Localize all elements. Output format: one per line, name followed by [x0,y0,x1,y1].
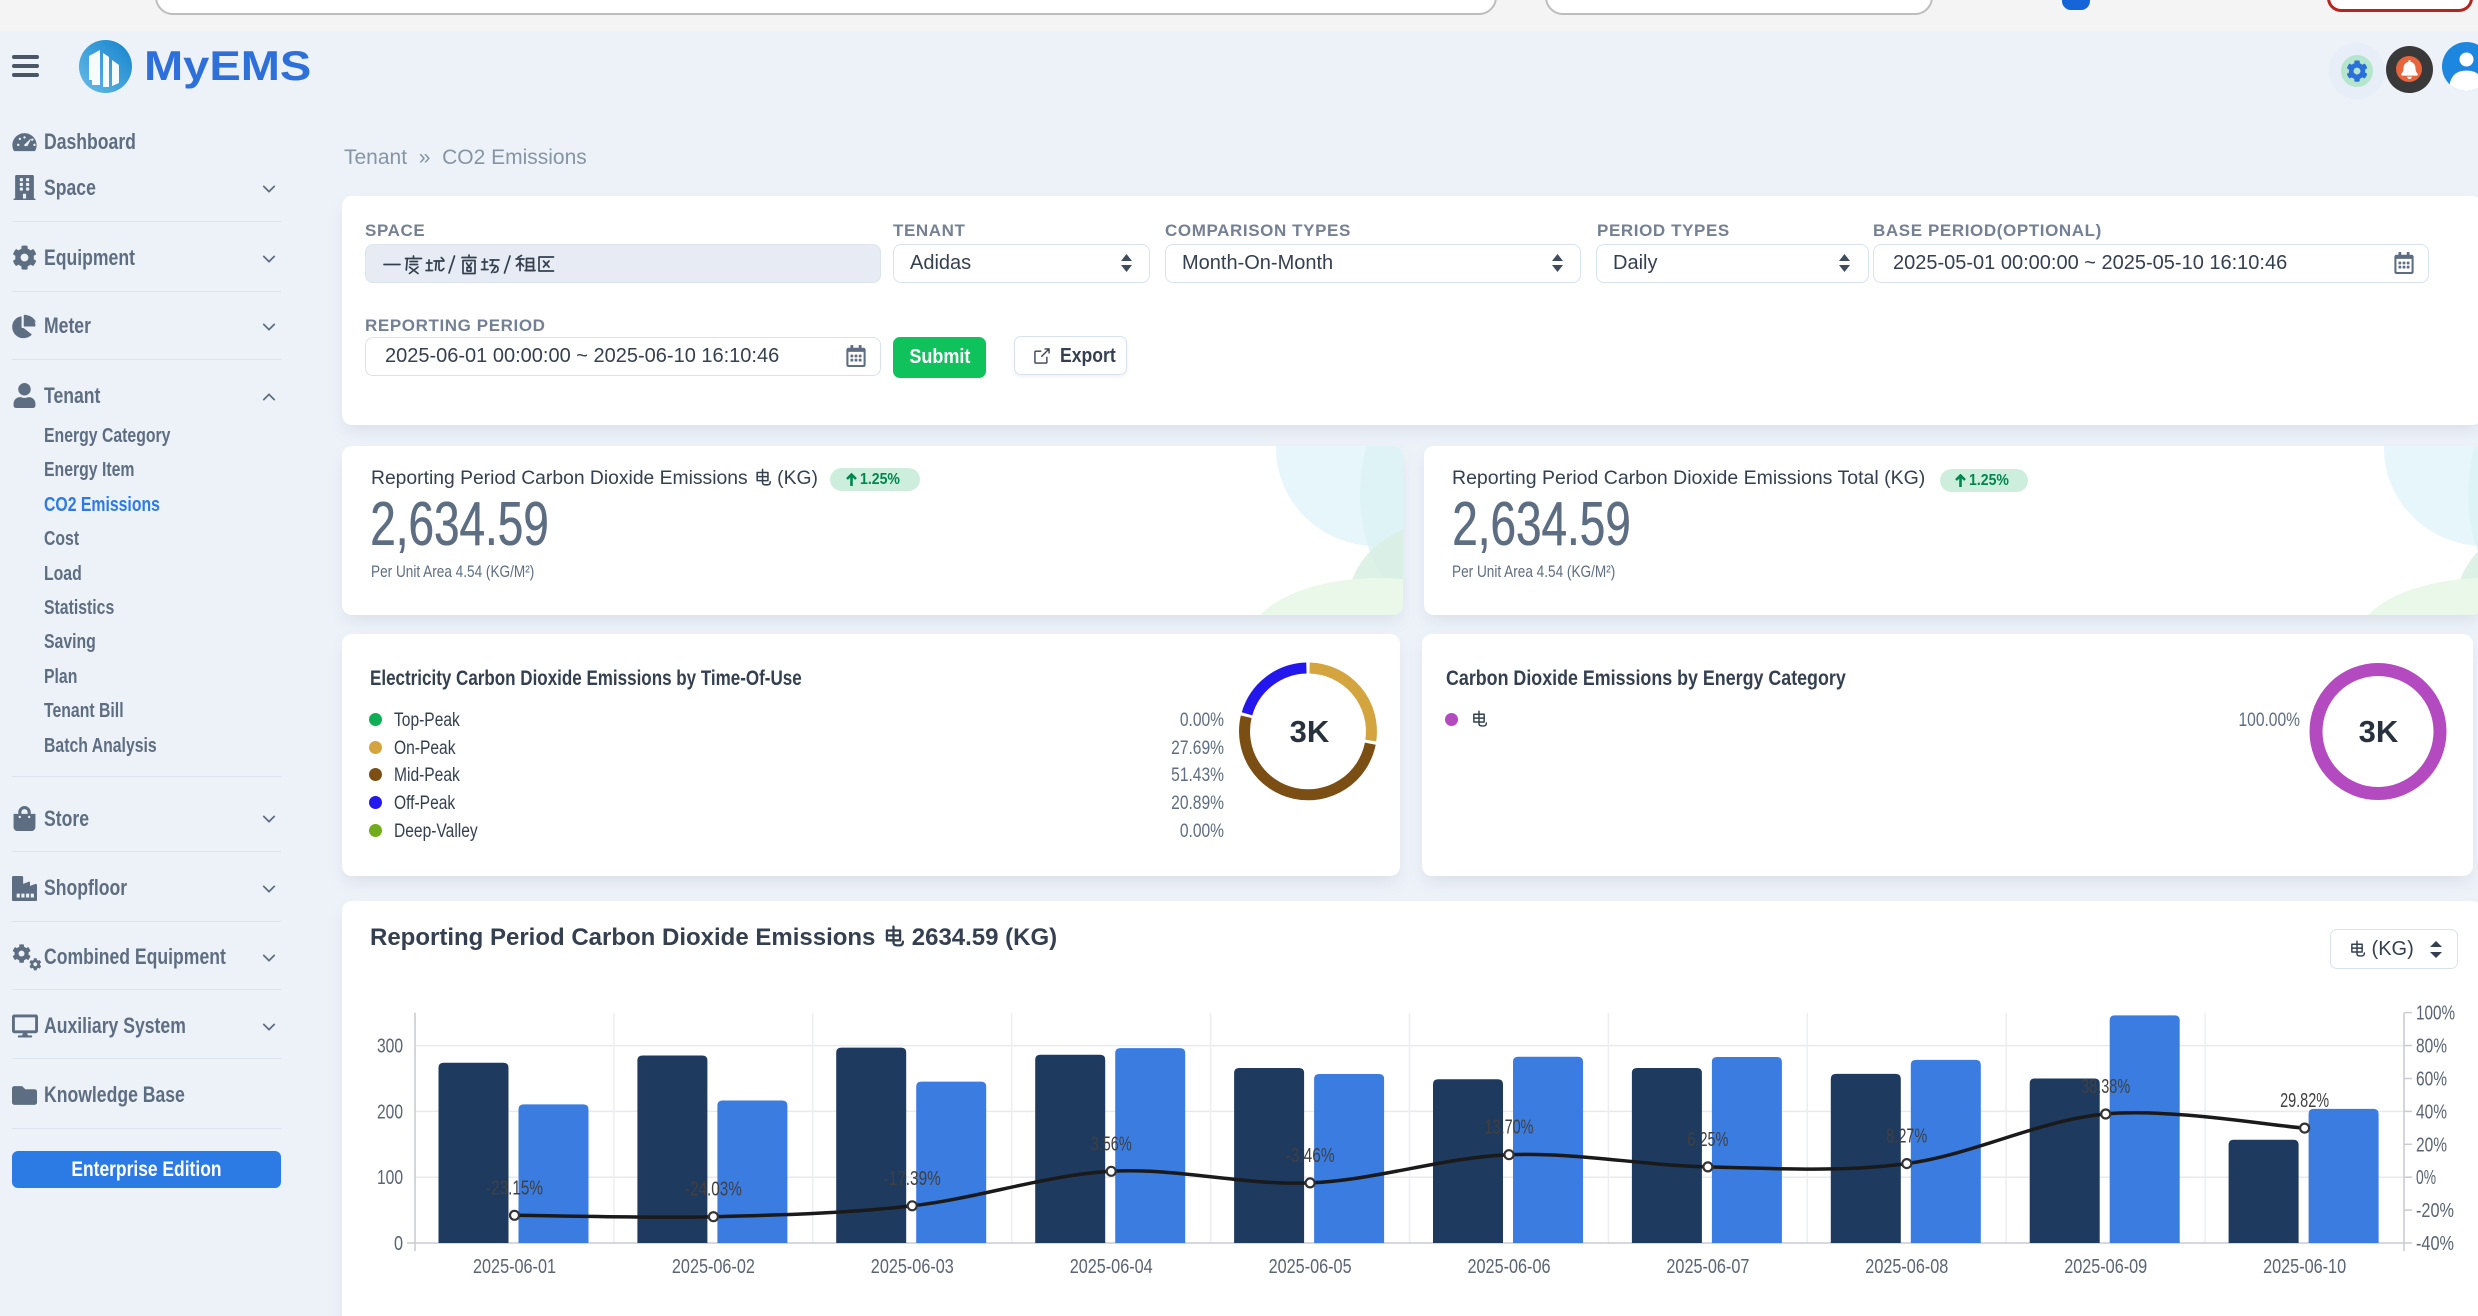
svg-text:20%: 20% [2416,1134,2447,1156]
svg-text:-23.15%: -23.15% [486,1177,543,1199]
svg-text:2025-06-01: 2025-06-01 [473,1256,556,1278]
svg-text:38.38%: 38.38% [2081,1076,2130,1098]
svg-text:0%: 0% [2416,1167,2436,1189]
svg-text:40%: 40% [2416,1101,2447,1123]
svg-text:80%: 80% [2416,1036,2447,1058]
svg-text:2025-06-09: 2025-06-09 [2064,1256,2147,1278]
svg-text:2025-06-10: 2025-06-10 [2263,1256,2346,1278]
svg-text:200: 200 [377,1101,403,1123]
svg-text:-17.39%: -17.39% [884,1168,941,1190]
svg-text:100%: 100% [2416,1003,2455,1025]
svg-text:-40%: -40% [2416,1233,2454,1255]
svg-text:3.56%: 3.56% [1091,1133,1132,1155]
svg-text:29.82%: 29.82% [2280,1090,2329,1112]
svg-text:13.70%: 13.70% [1485,1117,1534,1139]
svg-text:300: 300 [377,1036,403,1058]
svg-text:60%: 60% [2416,1069,2447,1091]
svg-text:-3.46%: -3.46% [1286,1145,1335,1167]
svg-text:100: 100 [377,1167,403,1189]
svg-text:-20%: -20% [2416,1200,2454,1222]
svg-text:8.27%: 8.27% [1886,1126,1927,1148]
svg-text:2025-06-06: 2025-06-06 [1468,1256,1551,1278]
svg-text:2025-06-02: 2025-06-02 [672,1256,755,1278]
svg-text:2025-06-08: 2025-06-08 [1865,1256,1948,1278]
svg-text:2025-06-03: 2025-06-03 [871,1256,954,1278]
svg-text:2025-06-05: 2025-06-05 [1269,1256,1352,1278]
svg-text:2025-06-04: 2025-06-04 [1070,1256,1153,1278]
svg-text:2025-06-07: 2025-06-07 [1666,1256,1749,1278]
svg-text:6.25%: 6.25% [1687,1129,1728,1151]
svg-text:0: 0 [394,1233,403,1255]
svg-text:-24.03%: -24.03% [685,1179,742,1201]
